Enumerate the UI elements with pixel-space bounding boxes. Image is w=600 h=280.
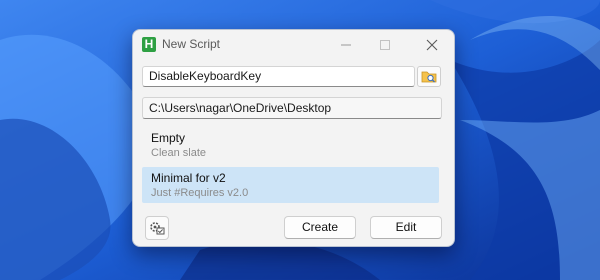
minimize-icon xyxy=(341,44,351,46)
template-item-empty[interactable]: Empty Clean slate xyxy=(142,127,439,163)
gear-checkbox-icon xyxy=(150,222,165,235)
script-path-field[interactable]: C:\Users\nagar\OneDrive\Desktop xyxy=(142,97,442,119)
settings-button[interactable] xyxy=(145,216,169,240)
template-description: Just #Requires v2.0 xyxy=(151,187,249,199)
close-button[interactable] xyxy=(417,33,447,57)
template-name: Minimal for v2 xyxy=(151,171,226,185)
maximize-button[interactable] xyxy=(370,33,400,57)
app-logo-icon: H xyxy=(142,37,156,52)
template-description: Clean slate xyxy=(151,147,207,159)
folder-search-icon xyxy=(421,71,437,83)
script-name-field[interactable]: DisableKeyboardKey xyxy=(142,66,415,87)
new-script-dialog: H New Script DisableKeyboardKey C:\Users… xyxy=(132,29,455,247)
title-bar[interactable]: H New Script xyxy=(133,30,454,60)
template-name: Empty xyxy=(151,131,186,145)
maximize-icon xyxy=(380,40,390,50)
minimize-button[interactable] xyxy=(331,33,361,57)
window-title: New Script xyxy=(162,37,221,51)
close-icon xyxy=(426,39,438,51)
browse-button[interactable] xyxy=(417,66,441,87)
template-item-minimal-v2[interactable]: Minimal for v2 Just #Requires v2.0 xyxy=(142,167,439,203)
template-list: Empty Clean slate Minimal for v2 Just #R… xyxy=(142,127,442,205)
edit-button[interactable]: Edit xyxy=(370,216,442,239)
create-button[interactable]: Create xyxy=(284,216,356,239)
